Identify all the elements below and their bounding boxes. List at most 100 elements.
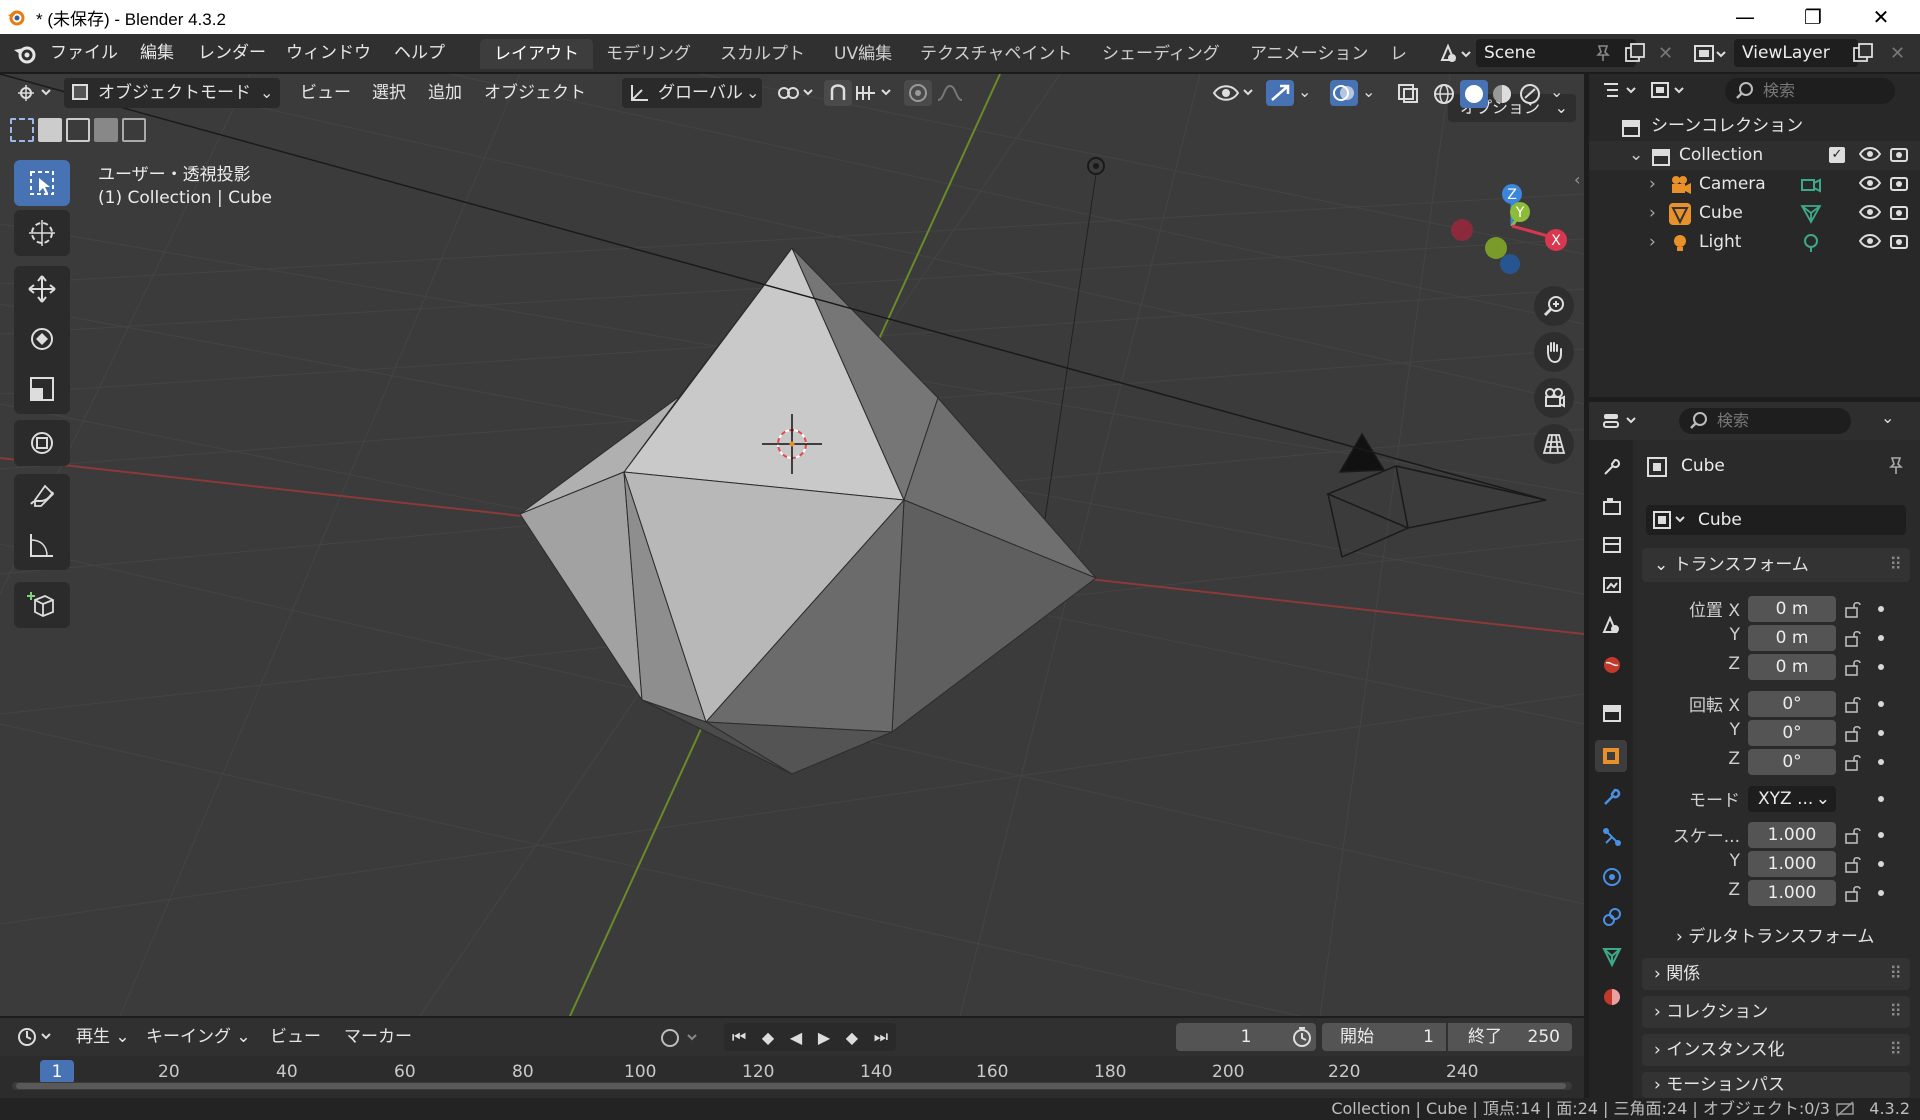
- outliner-search-input[interactable]: 検索: [1725, 78, 1895, 104]
- outliner-editor-icon[interactable]: [1601, 80, 1641, 106]
- preview-range-icon[interactable]: [1290, 1026, 1314, 1052]
- render-camera-icon[interactable]: [1889, 202, 1909, 226]
- data-tab-icon[interactable]: [1601, 946, 1623, 972]
- chevron-right-icon[interactable]: ›: [1649, 199, 1656, 228]
- menu-add[interactable]: 追加: [428, 74, 462, 112]
- menu-render[interactable]: レンダー: [198, 34, 266, 73]
- object-tab-icon[interactable]: [1595, 740, 1627, 772]
- scene-field[interactable]: Scene: [1476, 39, 1636, 67]
- scene-tab-icon[interactable]: [1601, 614, 1623, 640]
- motion-paths-panel[interactable]: › モーションパス: [1642, 1072, 1910, 1098]
- chevron-right-icon[interactable]: ›: [1649, 228, 1656, 257]
- cursor-tool[interactable]: [14, 210, 70, 256]
- select-box-tool[interactable]: [14, 160, 70, 206]
- drag-handle-icon[interactable]: ⠿: [1890, 548, 1902, 582]
- hide-icon[interactable]: [1858, 233, 1882, 253]
- exclude-checkbox[interactable]: ✓: [1829, 147, 1845, 163]
- snap-toggle-icon[interactable]: [824, 80, 852, 106]
- play-reverse-icon[interactable]: ◀: [790, 1028, 802, 1047]
- new-scene-icon[interactable]: [1624, 42, 1646, 68]
- location-y-field[interactable]: 0 m: [1748, 625, 1836, 651]
- frame-start-field[interactable]: 開始 1: [1322, 1023, 1446, 1051]
- render-camera-icon[interactable]: [1889, 231, 1909, 255]
- view-layer-field[interactable]: ViewLayer: [1734, 39, 1858, 67]
- timeline-scrollbar-thumb[interactable]: [16, 1083, 1566, 1089]
- tab-shading[interactable]: シェーディング: [1088, 39, 1234, 69]
- navigation-gizmo[interactable]: Z Y X: [1440, 168, 1570, 298]
- keyframe-dot-icon[interactable]: [1878, 606, 1884, 612]
- instancing-panel[interactable]: › インスタンス化 ⠿: [1642, 1034, 1910, 1066]
- display-mode-icon[interactable]: [1649, 80, 1689, 106]
- next-keyframe-icon[interactable]: ◆: [846, 1028, 858, 1047]
- blender-menu-icon[interactable]: [12, 42, 38, 70]
- modifier-tab-icon[interactable]: [1601, 786, 1623, 812]
- rotation-x-field[interactable]: 0°: [1748, 691, 1836, 717]
- camera-view-icon[interactable]: [1534, 378, 1574, 418]
- collections-panel[interactable]: › コレクション ⠿: [1642, 996, 1910, 1028]
- pan-hand-icon[interactable]: [1534, 332, 1574, 372]
- keyframe-dot-icon[interactable]: [1878, 730, 1884, 736]
- play-icon[interactable]: ▶: [818, 1028, 830, 1047]
- close-button[interactable]: ✕: [1852, 0, 1910, 34]
- rotation-y-field[interactable]: 0°: [1748, 720, 1836, 746]
- menu-select[interactable]: 選択: [372, 74, 406, 112]
- tab-layout[interactable]: レイアウト: [480, 39, 593, 69]
- sidebar-toggle-icon[interactable]: ‹: [1574, 170, 1580, 189]
- scene-icon[interactable]: [1438, 42, 1472, 70]
- tab-texture-paint[interactable]: テクスチャペイント: [906, 39, 1086, 69]
- marker-menu[interactable]: マーカー: [344, 1018, 412, 1056]
- select-extend-icon[interactable]: [38, 118, 62, 142]
- chevron-right-icon[interactable]: ›: [1649, 170, 1656, 199]
- unlock-icon[interactable]: [1844, 629, 1862, 647]
- unlock-icon[interactable]: [1844, 855, 1862, 873]
- relations-panel[interactable]: › 関係 ⠿: [1642, 958, 1910, 990]
- menu-view[interactable]: ビュー: [300, 74, 351, 112]
- select-invert-icon[interactable]: [94, 118, 118, 142]
- gizmo-toggle-icon[interactable]: [1266, 80, 1294, 106]
- proportional-edit-icon[interactable]: [904, 80, 932, 106]
- keyframe-dot-icon[interactable]: [1878, 832, 1884, 838]
- transform-orientation-dropdown[interactable]: グローバル ⌄: [622, 78, 762, 108]
- mode-dropdown[interactable]: オブジェクトモード ⌄: [64, 78, 280, 108]
- 3d-viewport[interactable]: ユーザー・透視投影 (1) Collection | Cube オプション ⌄ …: [0, 74, 1584, 1016]
- menu-help[interactable]: ヘルプ: [394, 34, 445, 73]
- annotate-tool[interactable]: [27, 482, 57, 516]
- tab-sculpt[interactable]: スカルプト: [706, 39, 819, 69]
- rotate-tool[interactable]: [27, 324, 57, 358]
- tool-tab-icon[interactable]: [1601, 456, 1623, 482]
- tab-uv-edit[interactable]: UV編集: [820, 39, 906, 69]
- visibility-icon[interactable]: [1212, 82, 1256, 108]
- playhead[interactable]: 1: [40, 1060, 74, 1084]
- properties-editor-icon[interactable]: [1601, 410, 1641, 436]
- xray-toggle-icon[interactable]: [1396, 82, 1420, 108]
- pin-icon[interactable]: [1886, 456, 1906, 480]
- object-name-field[interactable]: Cube: [1646, 505, 1906, 535]
- chevron-down-icon[interactable]: ⌄: [1550, 82, 1563, 101]
- measure-tool[interactable]: [27, 530, 57, 564]
- minimize-button[interactable]: —: [1716, 0, 1774, 34]
- tab-animation[interactable]: アニメーション: [1236, 39, 1382, 69]
- unlock-icon[interactable]: [1844, 600, 1862, 618]
- material-tab-icon[interactable]: [1601, 986, 1623, 1012]
- collection-tab-icon[interactable]: [1601, 702, 1623, 728]
- select-intersect-icon[interactable]: [122, 118, 146, 142]
- location-z-field[interactable]: 0 m: [1748, 654, 1836, 680]
- unlock-icon[interactable]: [1844, 724, 1862, 742]
- pivot-point-icon[interactable]: [776, 82, 816, 108]
- jump-start-icon[interactable]: ⏮: [732, 1027, 746, 1047]
- move-tool[interactable]: [27, 274, 57, 308]
- scale-z-field[interactable]: 1.000: [1748, 880, 1836, 906]
- tab-rendering[interactable]: レ: [1386, 39, 1422, 69]
- pin-scene-icon[interactable]: [1594, 44, 1612, 66]
- menu-object[interactable]: オブジェクト: [484, 74, 586, 112]
- output-tab-icon[interactable]: [1601, 534, 1623, 560]
- editor-type-icon[interactable]: [16, 82, 56, 108]
- keyframe-dot-icon[interactable]: [1878, 861, 1884, 867]
- prev-keyframe-icon[interactable]: ◆: [762, 1028, 774, 1047]
- world-tab-icon[interactable]: [1601, 654, 1623, 680]
- add-cube-tool[interactable]: [14, 582, 70, 628]
- scale-x-field[interactable]: 1.000: [1748, 822, 1836, 848]
- overlay-toggle-icon[interactable]: [1330, 80, 1358, 106]
- delta-transform-panel[interactable]: › デルタトランスフォーム: [1676, 922, 1874, 947]
- chevron-down-icon[interactable]: ⌄: [1629, 141, 1643, 170]
